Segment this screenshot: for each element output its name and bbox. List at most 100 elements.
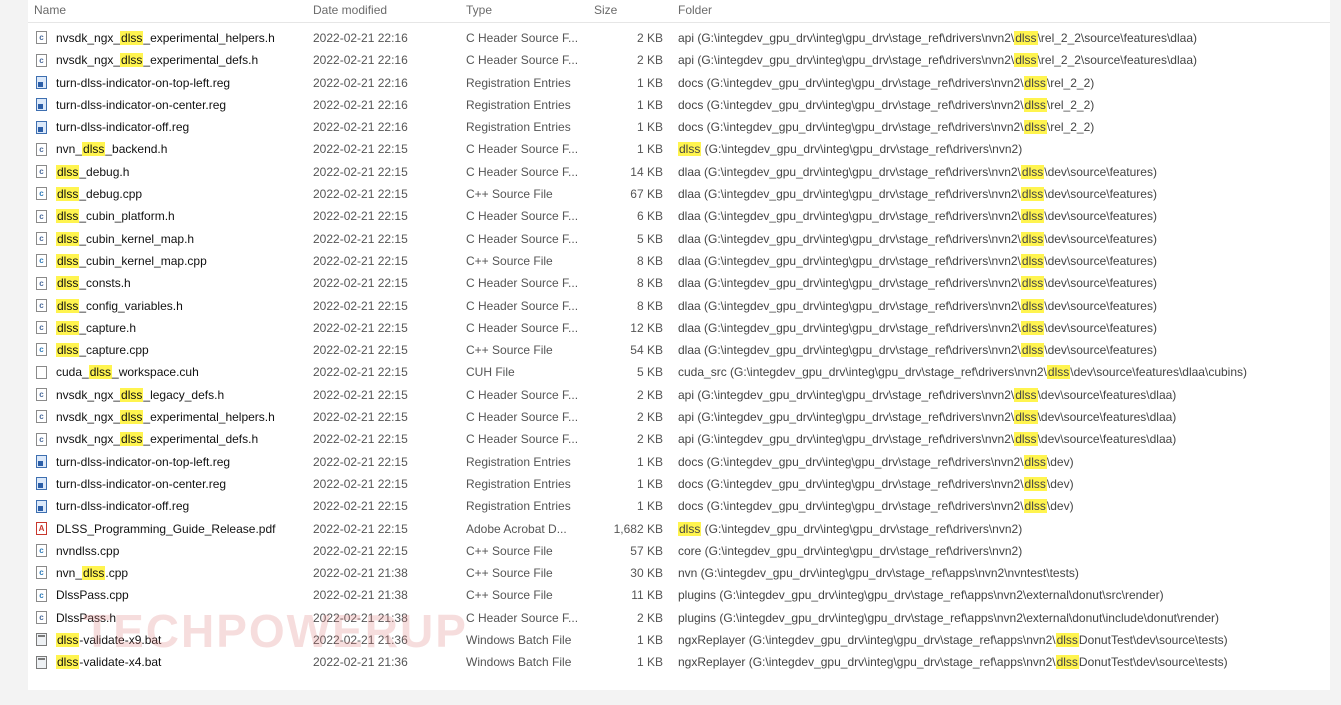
table-row[interactable]: c DlssPass.cpp 2022-02-21 21:38 C++ Source … [28,584,1330,606]
folder-path: docs (G:\integdev_gpu_drv\integ\gpu_drv\… [678,116,1328,138]
file-name[interactable]: nvndlss.cpp [56,540,326,562]
file-type: C Header Source F... [466,387,579,402]
folder-path: dlss (G:\integdev_gpu_drv\integ\gpu_drv\… [678,518,1328,540]
table-row[interactable]: turn-dlss-indicator-on-top-left.reg 2022-… [28,451,1330,473]
file-name[interactable]: nvsdk_ngx_dlss_experimental_defs.h [56,428,326,450]
table-row[interactable]: c nvsdk_ngx_dlss_experimental_helpers.h 20… [28,27,1330,49]
table-row[interactable]: turn-dlss-indicator-on-top-left.reg 2022-… [28,72,1330,94]
folder-path: dlaa (G:\integdev_gpu_drv\integ\gpu_drv\… [678,205,1328,227]
table-row[interactable]: dlss-validate-x4.bat 2022-02-21 21:36 Wind… [28,651,1330,673]
table-row[interactable]: c nvsdk_ngx_dlss_legacy_defs.h 2022-02-21 … [28,384,1330,406]
table-row[interactable]: c nvsdk_ngx_dlss_experimental_defs.h 2022-… [28,49,1330,71]
table-row[interactable]: turn-dlss-indicator-off.reg 2022-02-21 22… [28,495,1330,517]
cpp-file-icon: c [36,254,47,268]
column-folder-header[interactable]: Folder [678,3,712,17]
table-row[interactable]: c nvndlss.cpp 2022-02-21 22:15 C++ Source F… [28,540,1330,562]
search-highlight: dlss [1014,31,1038,45]
file-name[interactable]: nvsdk_ngx_dlss_legacy_defs.h [56,384,326,406]
folder-path: docs (G:\integdev_gpu_drv\integ\gpu_drv\… [678,451,1328,473]
table-row[interactable]: c dlss_consts.h 2022-02-21 22:15 C Header S… [28,272,1330,294]
file-name[interactable]: dlss-validate-x9.bat [56,629,326,651]
table-row[interactable]: c dlss_capture.cpp 2022-02-21 22:15 C++ Sou… [28,339,1330,361]
file-name[interactable]: turn-dlss-indicator-off.reg [56,495,326,517]
file-name[interactable]: dlss_cubin_kernel_map.h [56,228,326,250]
file-name[interactable]: turn-dlss-indicator-on-center.reg [56,94,326,116]
table-row[interactable]: c dlss_debug.cpp 2022-02-21 22:15 C++ Sourc… [28,183,1330,205]
file-name[interactable]: turn-dlss-indicator-on-top-left.reg [56,451,326,473]
date-modified: 2022-02-21 21:36 [313,655,408,670]
bat-file-icon [36,655,47,669]
table-row[interactable]: A DLSS_Programming_Guide_Release.pdf 2022-… [28,518,1330,540]
table-row[interactable]: cuda_dlss_workspace.cuh 2022-02-21 22:15 C… [28,361,1330,383]
file-name[interactable]: dlss-validate-x4.bat [56,651,326,673]
file-type: C Header Source F... [466,610,579,625]
table-row[interactable]: turn-dlss-indicator-off.reg 2022-02-21 22… [28,116,1330,138]
file-size: 57 KB [630,543,663,558]
file-name[interactable]: nvsdk_ngx_dlss_experimental_helpers.h [56,27,326,49]
table-row[interactable]: c nvn_dlss.cpp 2022-02-21 21:38 C++ Source … [28,562,1330,584]
file-name[interactable]: dlss_config_variables.h [56,295,326,317]
date-modified: 2022-02-21 22:15 [313,209,408,224]
file-name[interactable]: dlss_cubin_kernel_map.cpp [56,250,326,272]
file-name[interactable]: dlss_consts.h [56,272,326,294]
file-name[interactable]: turn-dlss-indicator-off.reg [56,116,326,138]
h-file-icon: c [36,31,47,45]
file-name[interactable]: dlss_capture.cpp [56,339,326,361]
file-type: Windows Batch File [466,655,572,670]
table-row[interactable]: c nvsdk_ngx_dlss_experimental_defs.h 2022-… [28,428,1330,450]
file-name[interactable]: turn-dlss-indicator-on-center.reg [56,473,326,495]
search-highlight: dlss [1020,343,1045,358]
table-row[interactable]: c dlss_cubin_kernel_map.cpp 2022-02-21 22:… [28,250,1330,272]
table-row[interactable]: c dlss_capture.h 2022-02-21 22:15 C Header … [28,317,1330,339]
date-modified: 2022-02-21 22:15 [313,253,408,268]
folder-path: api (G:\integdev_gpu_drv\integ\gpu_drv\s… [678,384,1328,406]
file-name[interactable]: cuda_dlss_workspace.cuh [56,361,326,383]
folder-path-text: \dev\source\features) [1044,231,1157,246]
file-icon-cell: c [36,205,50,227]
file-name[interactable]: turn-dlss-indicator-on-top-left.reg [56,72,326,94]
reg-file-icon [36,454,47,468]
file-size: 1 KB [636,633,663,648]
file-name[interactable]: dlss_capture.h [56,317,326,339]
file-name[interactable]: nvsdk_ngx_dlss_experimental_helpers.h [56,406,326,428]
folder-path-text: \dev\source\features) [1044,276,1157,291]
h-file-icon: c [36,432,47,446]
search-highlight: dlss [1014,432,1038,447]
file-icon-cell: c [36,428,50,450]
folder-path: api (G:\integdev_gpu_drv\integ\gpu_drv\s… [678,428,1328,450]
table-row[interactable]: turn-dlss-indicator-on-center.reg 2022-02… [28,473,1330,495]
table-row[interactable]: c dlss_debug.h 2022-02-21 22:15 C Header So… [28,161,1330,183]
file-size: 2 KB [636,53,663,68]
table-row[interactable]: c nvn_dlss_backend.h 2022-02-21 22:15 C Hea… [28,138,1330,160]
table-row[interactable]: c dlss_cubin_kernel_map.h 2022-02-21 22:15… [28,228,1330,250]
file-name[interactable]: dlss_cubin_platform.h [56,205,326,227]
file-icon-cell [36,473,50,495]
folder-path: core (G:\integdev_gpu_drv\integ\gpu_drv\… [678,540,1328,562]
file-name[interactable]: nvn_dlss_backend.h [56,138,326,160]
file-icon-cell: c [36,49,50,71]
file-name-text: turn-dlss-indicator-off.reg [56,120,190,135]
folder-path-text: \dev) [1046,499,1074,514]
column-size-header[interactable]: Size [594,3,617,17]
table-row[interactable]: c nvsdk_ngx_dlss_experimental_helpers.h 20… [28,406,1330,428]
table-row[interactable]: c dlss_config_variables.h 2022-02-21 22:15… [28,295,1330,317]
table-row[interactable]: turn-dlss-indicator-on-center.reg 2022-02… [28,94,1330,116]
file-name[interactable]: DlssPass.h [56,607,326,629]
file-size: 6 KB [636,209,663,224]
column-type-header[interactable]: Type [466,3,492,17]
table-row[interactable]: c dlss_cubin_platform.h 2022-02-21 22:15 C … [28,205,1330,227]
column-name-header[interactable]: Name [34,3,66,17]
h-file-icon: c [36,53,47,67]
file-name[interactable]: DLSS_Programming_Guide_Release.pdf [56,518,326,540]
table-row[interactable]: dlss-validate-x9.bat 2022-02-21 21:36 Wind… [28,629,1330,651]
file-name[interactable]: dlss_debug.cpp [56,183,326,205]
date-modified: 2022-02-21 22:15 [313,387,408,402]
table-row[interactable]: c DlssPass.h 2022-02-21 21:38 C Header Sour… [28,607,1330,629]
search-highlight: dlss [56,209,80,224]
column-date-header[interactable]: Date modified [313,3,387,17]
file-name[interactable]: nvn_dlss.cpp [56,562,326,584]
file-name[interactable]: dlss_debug.h [56,161,326,183]
folder-path: dlaa (G:\integdev_gpu_drv\integ\gpu_drv\… [678,317,1328,339]
file-name[interactable]: DlssPass.cpp [56,584,326,606]
file-name[interactable]: nvsdk_ngx_dlss_experimental_defs.h [56,49,326,71]
